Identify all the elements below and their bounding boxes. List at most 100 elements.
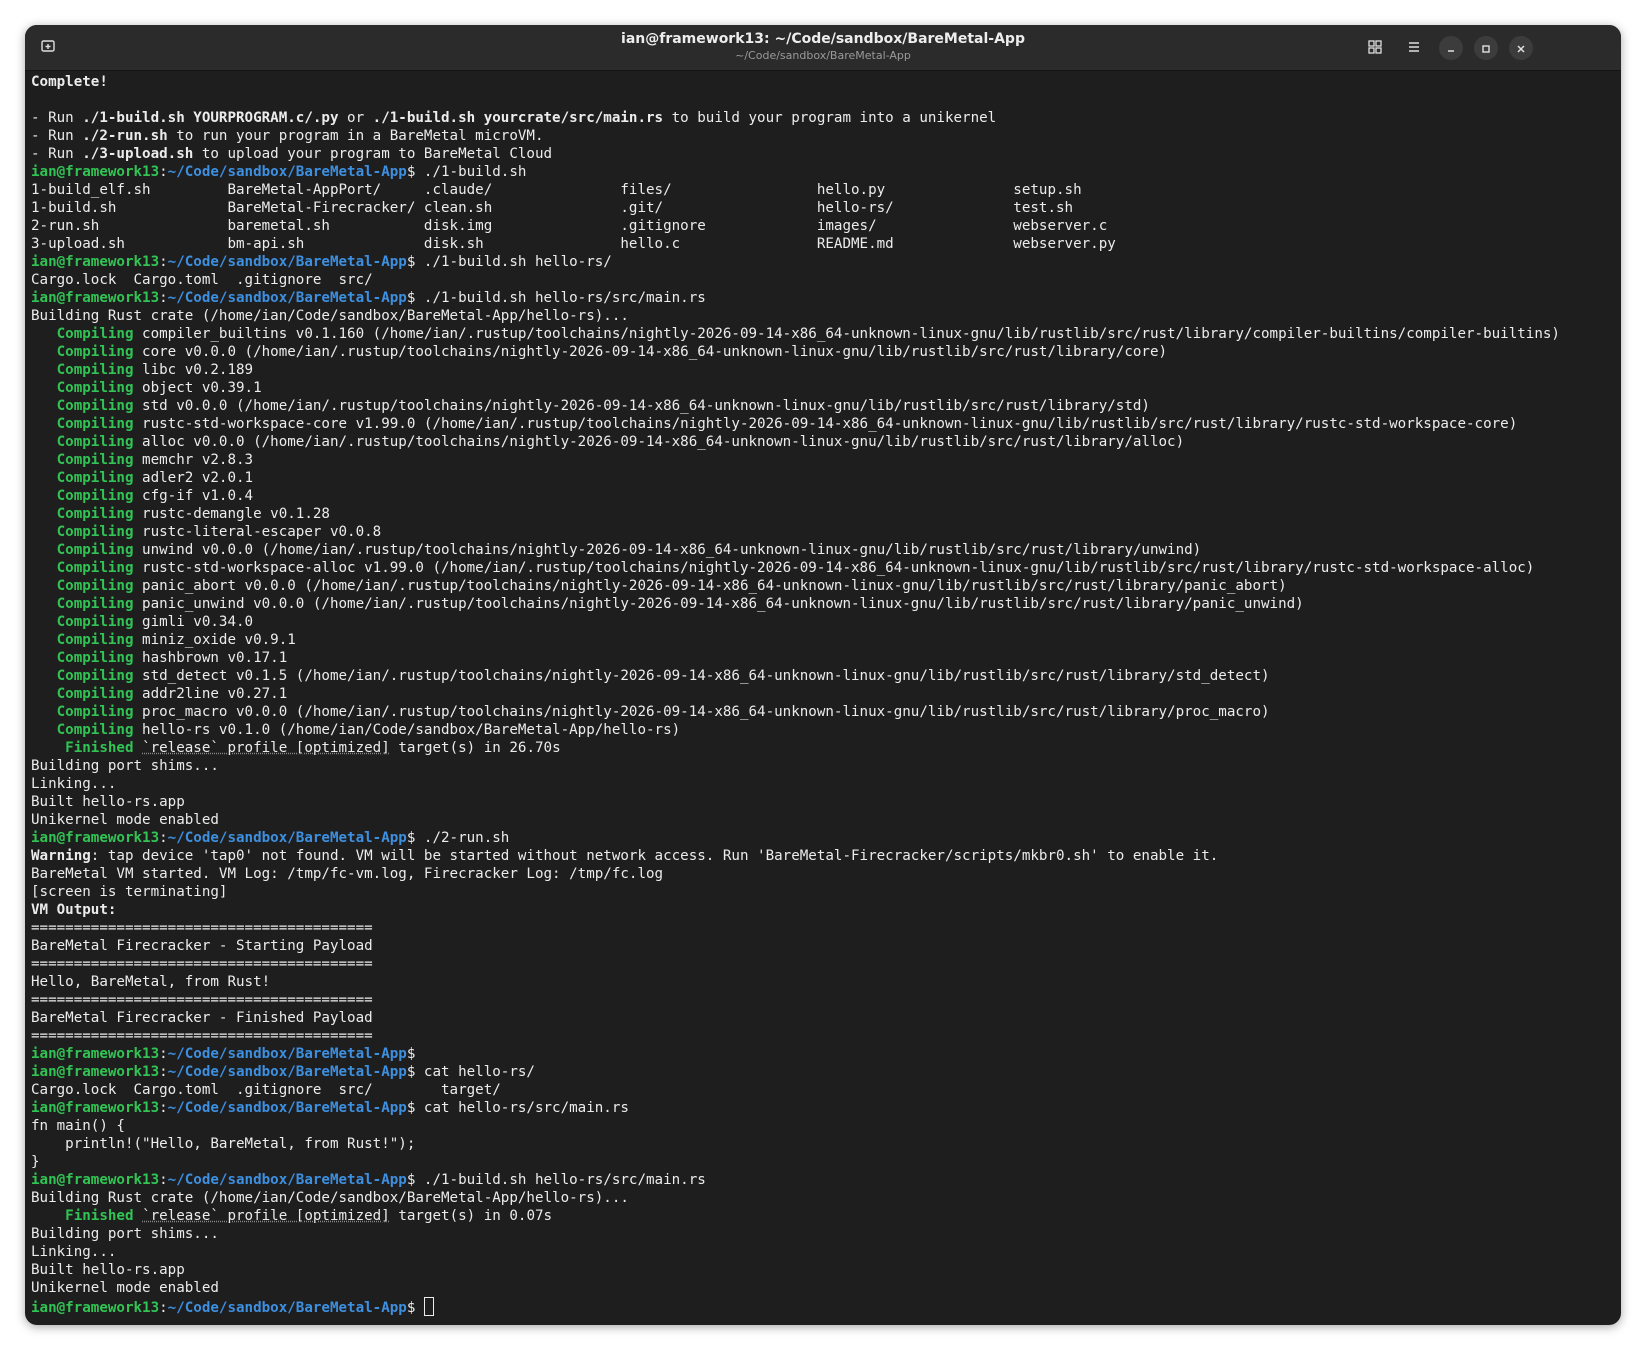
line-text: Complete! bbox=[31, 74, 108, 90]
line-text bbox=[31, 722, 57, 738]
menu-button[interactable] bbox=[1403, 37, 1425, 59]
close-button[interactable] bbox=[1509, 36, 1533, 60]
terminal-line: Built hello-rs.app bbox=[31, 1261, 1621, 1279]
line-text: ./2-run.sh bbox=[415, 830, 510, 846]
terminal-line: ian@framework13:~/Code/sandbox/BareMetal… bbox=[31, 253, 1621, 271]
terminal-line: - Run ./1-build.sh YOURPROGRAM.c/.py or … bbox=[31, 109, 1621, 127]
line-text: Building port shims... bbox=[31, 758, 219, 774]
line-text: Compiling bbox=[56, 722, 134, 738]
prompt-separator: : bbox=[159, 830, 168, 846]
terminal-line: - Run ./2-run.sh to run your program in … bbox=[31, 127, 1621, 145]
line-text: Compiling bbox=[56, 362, 134, 378]
maximize-button[interactable] bbox=[1474, 36, 1498, 60]
line-text bbox=[31, 380, 57, 396]
line-text: [screen is terminating] bbox=[31, 884, 228, 900]
terminal-line: Compiling memchr v2.8.3 bbox=[31, 451, 1621, 469]
line-text: } bbox=[31, 1154, 40, 1170]
grid-view-icon bbox=[1368, 39, 1382, 58]
line-text: std v0.0.0 (/home/ian/.rustup/toolchains… bbox=[133, 398, 1150, 414]
line-text: ./1-build.sh bbox=[415, 164, 527, 180]
terminal-line: Warning: tap device 'tap0' not found. VM… bbox=[31, 847, 1621, 865]
line-text: Building Rust crate (/home/ian/Code/sand… bbox=[31, 308, 629, 324]
line-text bbox=[31, 470, 57, 486]
line-text: panic_unwind v0.0.0 (/home/ian/.rustup/t… bbox=[133, 596, 1304, 612]
terminal-line: Building port shims... bbox=[31, 1225, 1621, 1243]
line-text bbox=[134, 740, 143, 756]
terminal-line: Cargo.lock Cargo.toml .gitignore src/ ta… bbox=[31, 1081, 1621, 1099]
line-text: Hello, BareMetal, from Rust! bbox=[31, 974, 271, 990]
line-text: ======================================== bbox=[31, 920, 373, 936]
line-text bbox=[31, 1208, 65, 1224]
terminal-line: Complete! bbox=[31, 73, 1621, 91]
line-text: Compiling bbox=[56, 416, 134, 432]
title-bar[interactable]: ian@framework13: ~/Code/sandbox/BareMeta… bbox=[25, 25, 1621, 71]
prompt-separator: : bbox=[159, 1100, 168, 1116]
prompt-path: ~/Code/sandbox/BareMetal-App bbox=[167, 1100, 407, 1116]
terminal-line: VM Output: bbox=[31, 901, 1621, 919]
terminal-line: 1-build_elf.sh BareMetal-AppPort/ .claud… bbox=[31, 181, 1621, 199]
line-text bbox=[415, 1300, 424, 1316]
terminal-line: Finished `release` profile [optimized] t… bbox=[31, 739, 1621, 757]
line-text: panic_abort v0.0.0 (/home/ian/.rustup/to… bbox=[133, 578, 1287, 594]
line-text: to build your program into a unikernel bbox=[663, 110, 997, 126]
line-text: Compiling bbox=[56, 542, 134, 558]
line-text: ./1-build.sh YOURPROGRAM.c/.py bbox=[82, 110, 339, 126]
line-text bbox=[31, 632, 57, 648]
terminal-line: BareMetal Firecracker - Finished Payload bbox=[31, 1009, 1621, 1027]
line-text: ======================================== bbox=[31, 956, 373, 972]
line-text: object v0.39.1 bbox=[133, 380, 262, 396]
line-text: Building Rust crate (/home/ian/Code/sand… bbox=[31, 1190, 629, 1206]
prompt-separator: : bbox=[159, 1046, 168, 1062]
prompt-path: ~/Code/sandbox/BareMetal-App bbox=[167, 1064, 407, 1080]
line-text: BareMetal VM started. VM Log: /tmp/fc-vm… bbox=[31, 866, 664, 882]
terminal-line: Building port shims... bbox=[31, 757, 1621, 775]
line-text: Compiling bbox=[56, 344, 134, 360]
prompt-user: ian@framework13 bbox=[31, 1172, 160, 1188]
line-text: or bbox=[338, 110, 373, 126]
line-text bbox=[134, 1208, 143, 1224]
terminal-line: Compiling panic_unwind v0.0.0 (/home/ian… bbox=[31, 595, 1621, 613]
prompt-user: ian@framework13 bbox=[31, 1100, 160, 1116]
terminal-line: Built hello-rs.app bbox=[31, 793, 1621, 811]
terminal-line: ======================================== bbox=[31, 919, 1621, 937]
line-text bbox=[31, 416, 57, 432]
line-text: ./1-build.sh yourcrate/src/main.rs bbox=[372, 110, 664, 126]
terminal-line: ian@framework13:~/Code/sandbox/BareMetal… bbox=[31, 289, 1621, 307]
line-text: Compiling bbox=[56, 380, 134, 396]
line-text: memchr v2.8.3 bbox=[133, 452, 254, 468]
line-text: - Run bbox=[31, 110, 83, 126]
terminal-line: Compiling object v0.39.1 bbox=[31, 379, 1621, 397]
line-text: rustc-literal-escaper v0.0.8 bbox=[133, 524, 382, 540]
prompt-path: ~/Code/sandbox/BareMetal-App bbox=[167, 1300, 407, 1316]
terminal-line: Compiling proc_macro v0.0.0 (/home/ian/.… bbox=[31, 703, 1621, 721]
prompt-separator: : bbox=[159, 1300, 168, 1316]
minimize-button[interactable] bbox=[1439, 36, 1463, 60]
line-text: Compiling bbox=[56, 434, 134, 450]
terminal-line: ian@framework13:~/Code/sandbox/BareMetal… bbox=[31, 163, 1621, 181]
line-text: std_detect v0.1.5 (/home/ian/.rustup/too… bbox=[133, 668, 1270, 684]
grid-view-button[interactable] bbox=[1364, 37, 1386, 59]
terminal-cursor[interactable] bbox=[423, 1297, 434, 1316]
terminal-line: Compiling hashbrown v0.17.1 bbox=[31, 649, 1621, 667]
line-text: cat hello-rs/src/main.rs bbox=[415, 1100, 629, 1116]
line-text: println!("Hello, BareMetal, from Rust!")… bbox=[31, 1136, 416, 1152]
line-text: 3-upload.sh bm-api.sh disk.sh hello.c RE… bbox=[31, 236, 1116, 252]
line-text bbox=[31, 614, 57, 630]
line-text: rustc-demangle v0.1.28 bbox=[133, 506, 330, 522]
prompt-separator: : bbox=[159, 164, 168, 180]
terminal-line: [screen is terminating] bbox=[31, 883, 1621, 901]
prompt-separator: : bbox=[159, 254, 168, 270]
line-text: miniz_oxide v0.9.1 bbox=[133, 632, 296, 648]
terminal-line: Compiling miniz_oxide v0.9.1 bbox=[31, 631, 1621, 649]
prompt-user: ian@framework13 bbox=[31, 254, 160, 270]
prompt-user: ian@framework13 bbox=[31, 1064, 160, 1080]
terminal-output[interactable]: Complete! - Run ./1-build.sh YOURPROGRAM… bbox=[31, 73, 1621, 1325]
terminal-line: Compiling core v0.0.0 (/home/ian/.rustup… bbox=[31, 343, 1621, 361]
line-text: proc_macro v0.0.0 (/home/ian/.rustup/too… bbox=[133, 704, 1270, 720]
prompt-path: ~/Code/sandbox/BareMetal-App bbox=[167, 1172, 407, 1188]
line-text: Warning bbox=[31, 848, 91, 864]
line-text bbox=[31, 686, 57, 702]
prompt-user: ian@framework13 bbox=[31, 830, 160, 846]
line-text: Finished bbox=[65, 1208, 134, 1224]
hamburger-menu-icon bbox=[1407, 39, 1421, 58]
